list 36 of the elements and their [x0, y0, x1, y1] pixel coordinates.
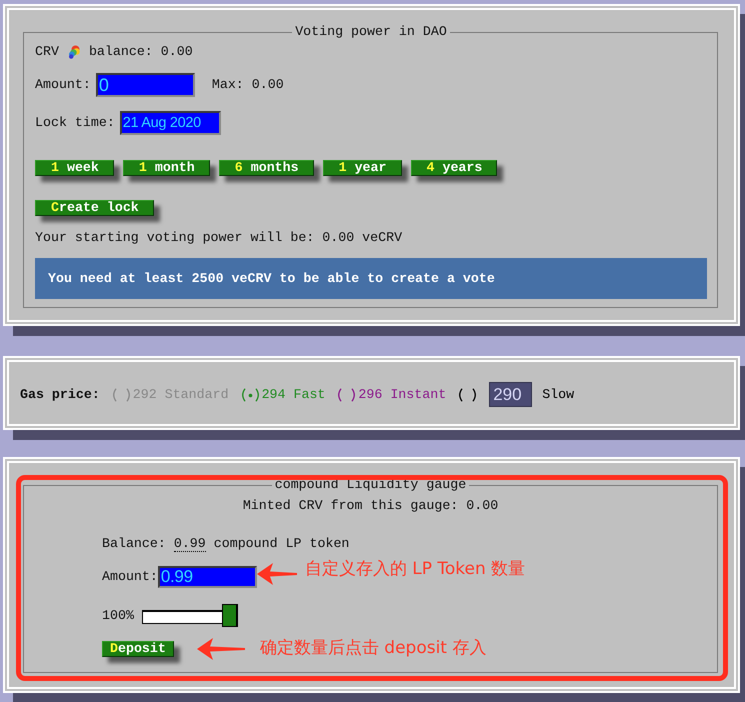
group-title: Voting power in DAO	[294, 24, 448, 40]
rainbow-swirl-icon	[66, 45, 81, 59]
duration-button[interactable]: 1 week	[35, 160, 114, 176]
notice-banner: You need at least 2500 veCRV to be able to create a vote	[35, 258, 707, 299]
percent-label: 100%	[102, 608, 134, 624]
balance-label: Balance:	[102, 536, 166, 552]
balance-value: 0.99	[174, 536, 206, 552]
max-text: Max: 0.00	[212, 77, 284, 93]
balance-unit: compound LP token	[214, 536, 350, 552]
annotation-text: 确定数量后点击 deposit 存入	[260, 638, 486, 658]
left-arrow-icon	[196, 638, 245, 660]
amount-input[interactable]: 0.99	[158, 566, 257, 588]
create-lock-button[interactable]: Create lock	[35, 200, 154, 216]
duration-button[interactable]: 1 month	[122, 160, 210, 176]
duration-button[interactable]: 1 year	[322, 160, 402, 176]
gas-price-label: Gas price:	[20, 386, 100, 402]
minted-text: Minted CRV from this gauge: 0.00	[242, 498, 498, 514]
annotation-text: 自定义存入的 LP Token 数量	[304, 559, 526, 579]
lock-time-input[interactable]: 21 Aug 2020	[120, 111, 221, 135]
duration-button[interactable]: 4 years	[410, 160, 498, 176]
group-title: compound Liquidity gauge	[274, 477, 468, 493]
token-label: CRV	[35, 44, 59, 60]
option-label: Slow	[542, 386, 574, 402]
slider-thumb[interactable]	[222, 604, 238, 627]
amount-input[interactable]: 0	[96, 73, 195, 97]
voting-power-text: Your starting voting power will be: 0.00 veCRV	[35, 230, 402, 246]
amount-label: Amount:	[102, 569, 158, 585]
amount-label: Amount:	[35, 77, 91, 93]
balance-text: balance: 0.00	[88, 44, 193, 60]
amount-slider[interactable]	[142, 604, 238, 627]
duration-button[interactable]: 6 months	[218, 160, 314, 176]
deposit-button[interactable]: Deposit	[102, 641, 174, 657]
gas-price-input[interactable]: 290	[489, 382, 532, 407]
gas-option[interactable]: 296 Instant	[335, 386, 446, 402]
left-arrow-icon	[256, 563, 297, 585]
lock-time-label: Lock time:	[35, 115, 115, 131]
